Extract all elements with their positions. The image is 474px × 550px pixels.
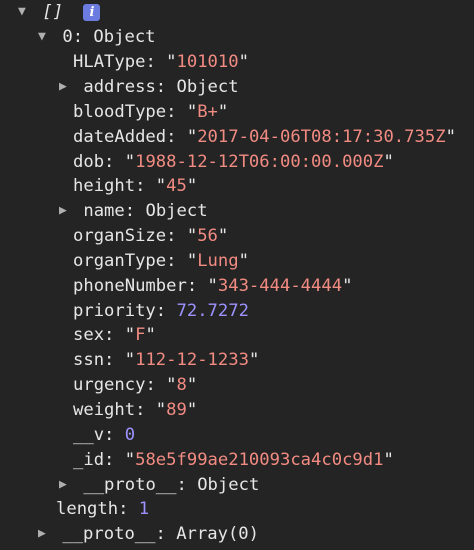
field-priority: priority: 72.7272 [73,301,249,321]
collapsed-triangle-icon[interactable]: ▶ [38,522,52,547]
field-value: 56 [197,226,218,246]
field-key: weight [73,400,136,420]
field-key: address [83,77,156,97]
field-key: __proto__ [83,475,177,495]
field-value: 343-444-4444 [217,276,343,296]
field-value: 0 [124,425,136,445]
field-height: height: "45" [73,176,198,196]
field-value: Object [145,201,208,221]
item-0-type: Object [93,27,156,47]
field-key: bloodType [73,102,167,122]
field-key: phoneNumber [73,276,187,296]
info-icon[interactable]: i [83,3,101,21]
field-ssn: ssn: "112-12-1233" [73,350,260,370]
collapsed-triangle-icon[interactable]: ▶ [59,75,73,100]
field-value: Lung [197,251,239,271]
field-value: 2017-04-06T08:17:30.735Z [197,127,446,147]
array-length: length: 1 [56,499,150,519]
field-value: 89 [166,400,187,420]
field-value: 112-12-1233 [135,350,249,370]
root-label: [] [42,2,64,22]
field-bloodtype: bloodType: "B+" [73,102,229,122]
field-key: priority [73,301,156,321]
console-object-inspector: ▼ [] i ▼ 0: Object HLAType: "101010" ▶ a… [0,0,474,550]
field-key: name [83,201,125,221]
field-key: height [73,176,136,196]
item-0-key: 0 [62,27,73,47]
field-organsize: organSize: "56" [73,226,229,246]
item-0-row[interactable]: ▼ 0: Object [38,25,156,50]
field-value: B+ [197,102,218,122]
field-value: 1988-12-12T06:00:00.000Z [135,152,384,172]
collapsed-triangle-icon[interactable]: ▶ [59,199,73,224]
length-value: 1 [138,499,150,519]
field-address[interactable]: ▶ address: Object [59,75,239,100]
field-key: HLAType [73,52,146,72]
expanded-triangle-icon[interactable]: ▼ [38,25,52,50]
field-key: sex [73,325,105,345]
field-value: Object [176,77,239,97]
field-key: dob [73,152,105,172]
field-value: Object [197,475,260,495]
field-key: organType [73,251,167,271]
field-name[interactable]: ▶ name: Object [59,199,208,224]
field-phonenumber: phoneNumber: "343-444-4444" [73,276,353,296]
field-v: __v: 0 [73,425,136,445]
field-sex: sex: "F" [73,325,156,345]
field-value: 8 [176,375,187,395]
field-key: dateAdded [73,127,167,147]
field-proto[interactable]: ▶ __proto__: Object [59,473,259,498]
field-key: _id [73,450,105,470]
field-value: 58e5f99ae210093ca4c0c9d1 [135,450,384,470]
field-id: _id: "58e5f99ae210093ca4c0c9d1" [73,450,394,470]
field-organtype: organType: "Lung" [73,251,249,271]
array-proto[interactable]: ▶ __proto__: Array(0) [38,522,259,547]
field-dateadded: dateAdded: "2017-04-06T08:17:30.735Z" [73,127,456,147]
field-value: 45 [166,176,187,196]
array-proto-value: Array(0) [176,524,259,544]
root-array-row[interactable]: ▼ [] i [18,0,101,25]
field-key: organSize [73,226,167,246]
expanded-triangle-icon[interactable]: ▼ [18,0,32,25]
collapsed-triangle-icon[interactable]: ▶ [59,473,73,498]
array-proto-key: __proto__ [62,524,156,544]
field-urgency: urgency: "8" [73,375,198,395]
field-value: 101010 [176,52,239,72]
field-key: ssn [73,350,105,370]
field-dob: dob: "1988-12-12T06:00:00.000Z" [73,152,394,172]
field-value: 72.7272 [176,301,249,321]
field-hlatype: HLAType: "101010" [73,52,249,72]
field-value: F [135,325,146,345]
length-key: length [56,499,119,519]
field-key: urgency [73,375,146,395]
field-key: __v [73,425,105,445]
field-weight: weight: "89" [73,400,198,420]
